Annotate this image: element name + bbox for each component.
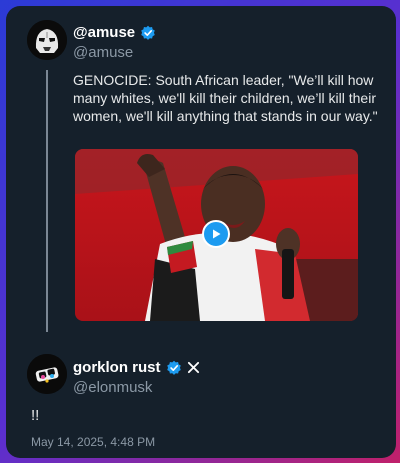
verified-badge-icon [166, 360, 181, 375]
post-author-handle[interactable]: @amuse [73, 44, 133, 61]
gorklon-avatar-icon [27, 354, 67, 394]
reply-author-name[interactable]: gorklon rust [73, 359, 161, 376]
post-author-row: @amuse [73, 24, 156, 41]
amuse-avatar[interactable] [27, 20, 67, 60]
thread-connector-line [46, 70, 48, 332]
stormtrooper-avatar-icon [27, 20, 67, 60]
post-author-name[interactable]: @amuse [73, 24, 135, 41]
post-video[interactable] [75, 149, 358, 321]
post-text: GENOCIDE: South African leader, "We’ll k… [73, 72, 378, 124]
x-logo-icon [187, 361, 199, 374]
conversation-card: @amuse @amuse GENOCIDE: South African le… [6, 6, 396, 458]
reply-timestamp[interactable]: May 14, 2025, 4:48 PM [31, 435, 155, 449]
reply-author-handle[interactable]: @elonmusk [73, 379, 152, 396]
reply-author-row: gorklon rust [73, 359, 200, 376]
reply-text: !! [31, 407, 40, 424]
verified-badge-icon [141, 25, 155, 40]
video-play-button[interactable] [202, 220, 230, 248]
gorklon-avatar[interactable] [27, 354, 67, 394]
play-icon [213, 229, 221, 239]
